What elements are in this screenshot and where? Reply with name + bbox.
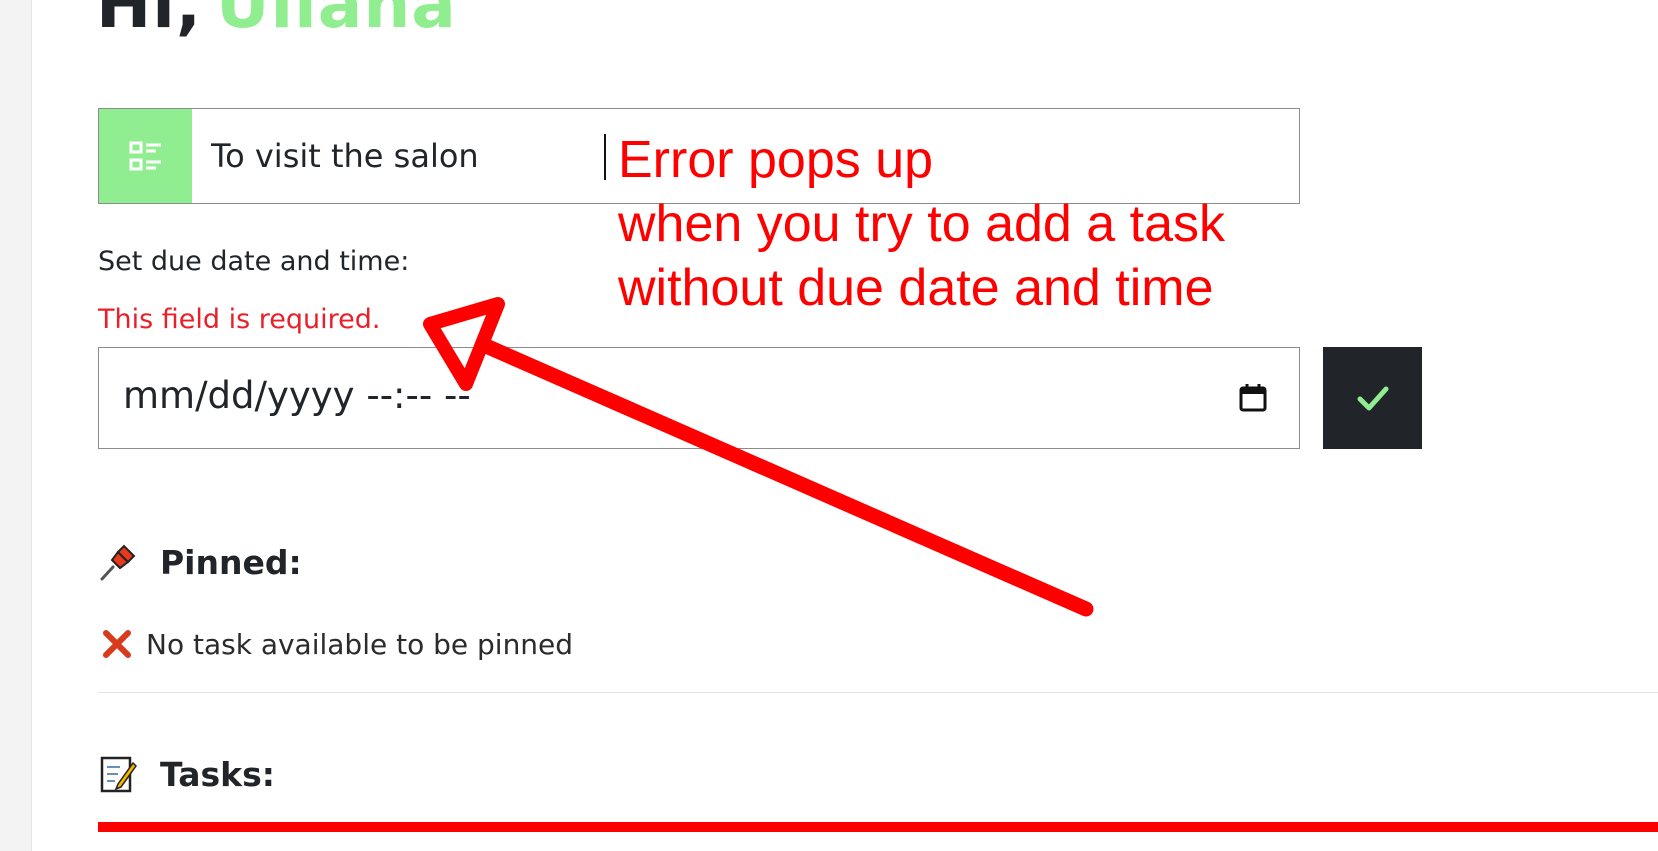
list-icon: [129, 141, 161, 171]
annotation-line-1: Error pops up: [618, 131, 934, 189]
due-date-error: This field is required.: [98, 304, 381, 335]
checkmark-icon: [1357, 386, 1388, 411]
text-caret: [604, 134, 606, 180]
pinned-empty-message: No task available to be pinned: [100, 627, 573, 661]
task-input[interactable]: [211, 133, 631, 179]
task-icon-box: [99, 109, 192, 203]
pinned-section-title: Pinned:: [98, 542, 302, 582]
due-date-input[interactable]: mm/dd/yyyy --:-- --: [98, 347, 1300, 449]
pinned-title-text: Pinned:: [160, 542, 302, 582]
annotation-callout: Error pops up when you try to add a task…: [618, 128, 1225, 320]
cross-mark-icon: [103, 630, 131, 658]
due-date-label: Set due date and time:: [98, 246, 410, 277]
pushpin-icon: [100, 544, 136, 581]
sidebar-edge: [0, 0, 32, 851]
calendar-icon[interactable]: [1237, 382, 1269, 414]
page: Hi, Ullana Set due date and time: This fi…: [0, 0, 1658, 851]
tasks-bar: [98, 822, 1658, 832]
add-task-button[interactable]: [1323, 347, 1422, 449]
greeting-user-name: Ullana: [215, 0, 457, 43]
annotation-line-2: when you try to add a task: [618, 195, 1226, 253]
tasks-section-title: Tasks:: [98, 754, 275, 794]
tasks-title-text: Tasks:: [160, 754, 275, 794]
annotation-line-3: without due date and time: [618, 259, 1214, 317]
memo-icon: [100, 756, 137, 793]
greeting-heading: Hi, Ullana: [96, 0, 457, 43]
section-divider: [98, 692, 1658, 693]
due-date-placeholder: mm/dd/yyyy --:-- --: [123, 374, 471, 417]
pinned-empty-text: No task available to be pinned: [146, 627, 574, 661]
greeting-hi: Hi,: [96, 0, 202, 43]
